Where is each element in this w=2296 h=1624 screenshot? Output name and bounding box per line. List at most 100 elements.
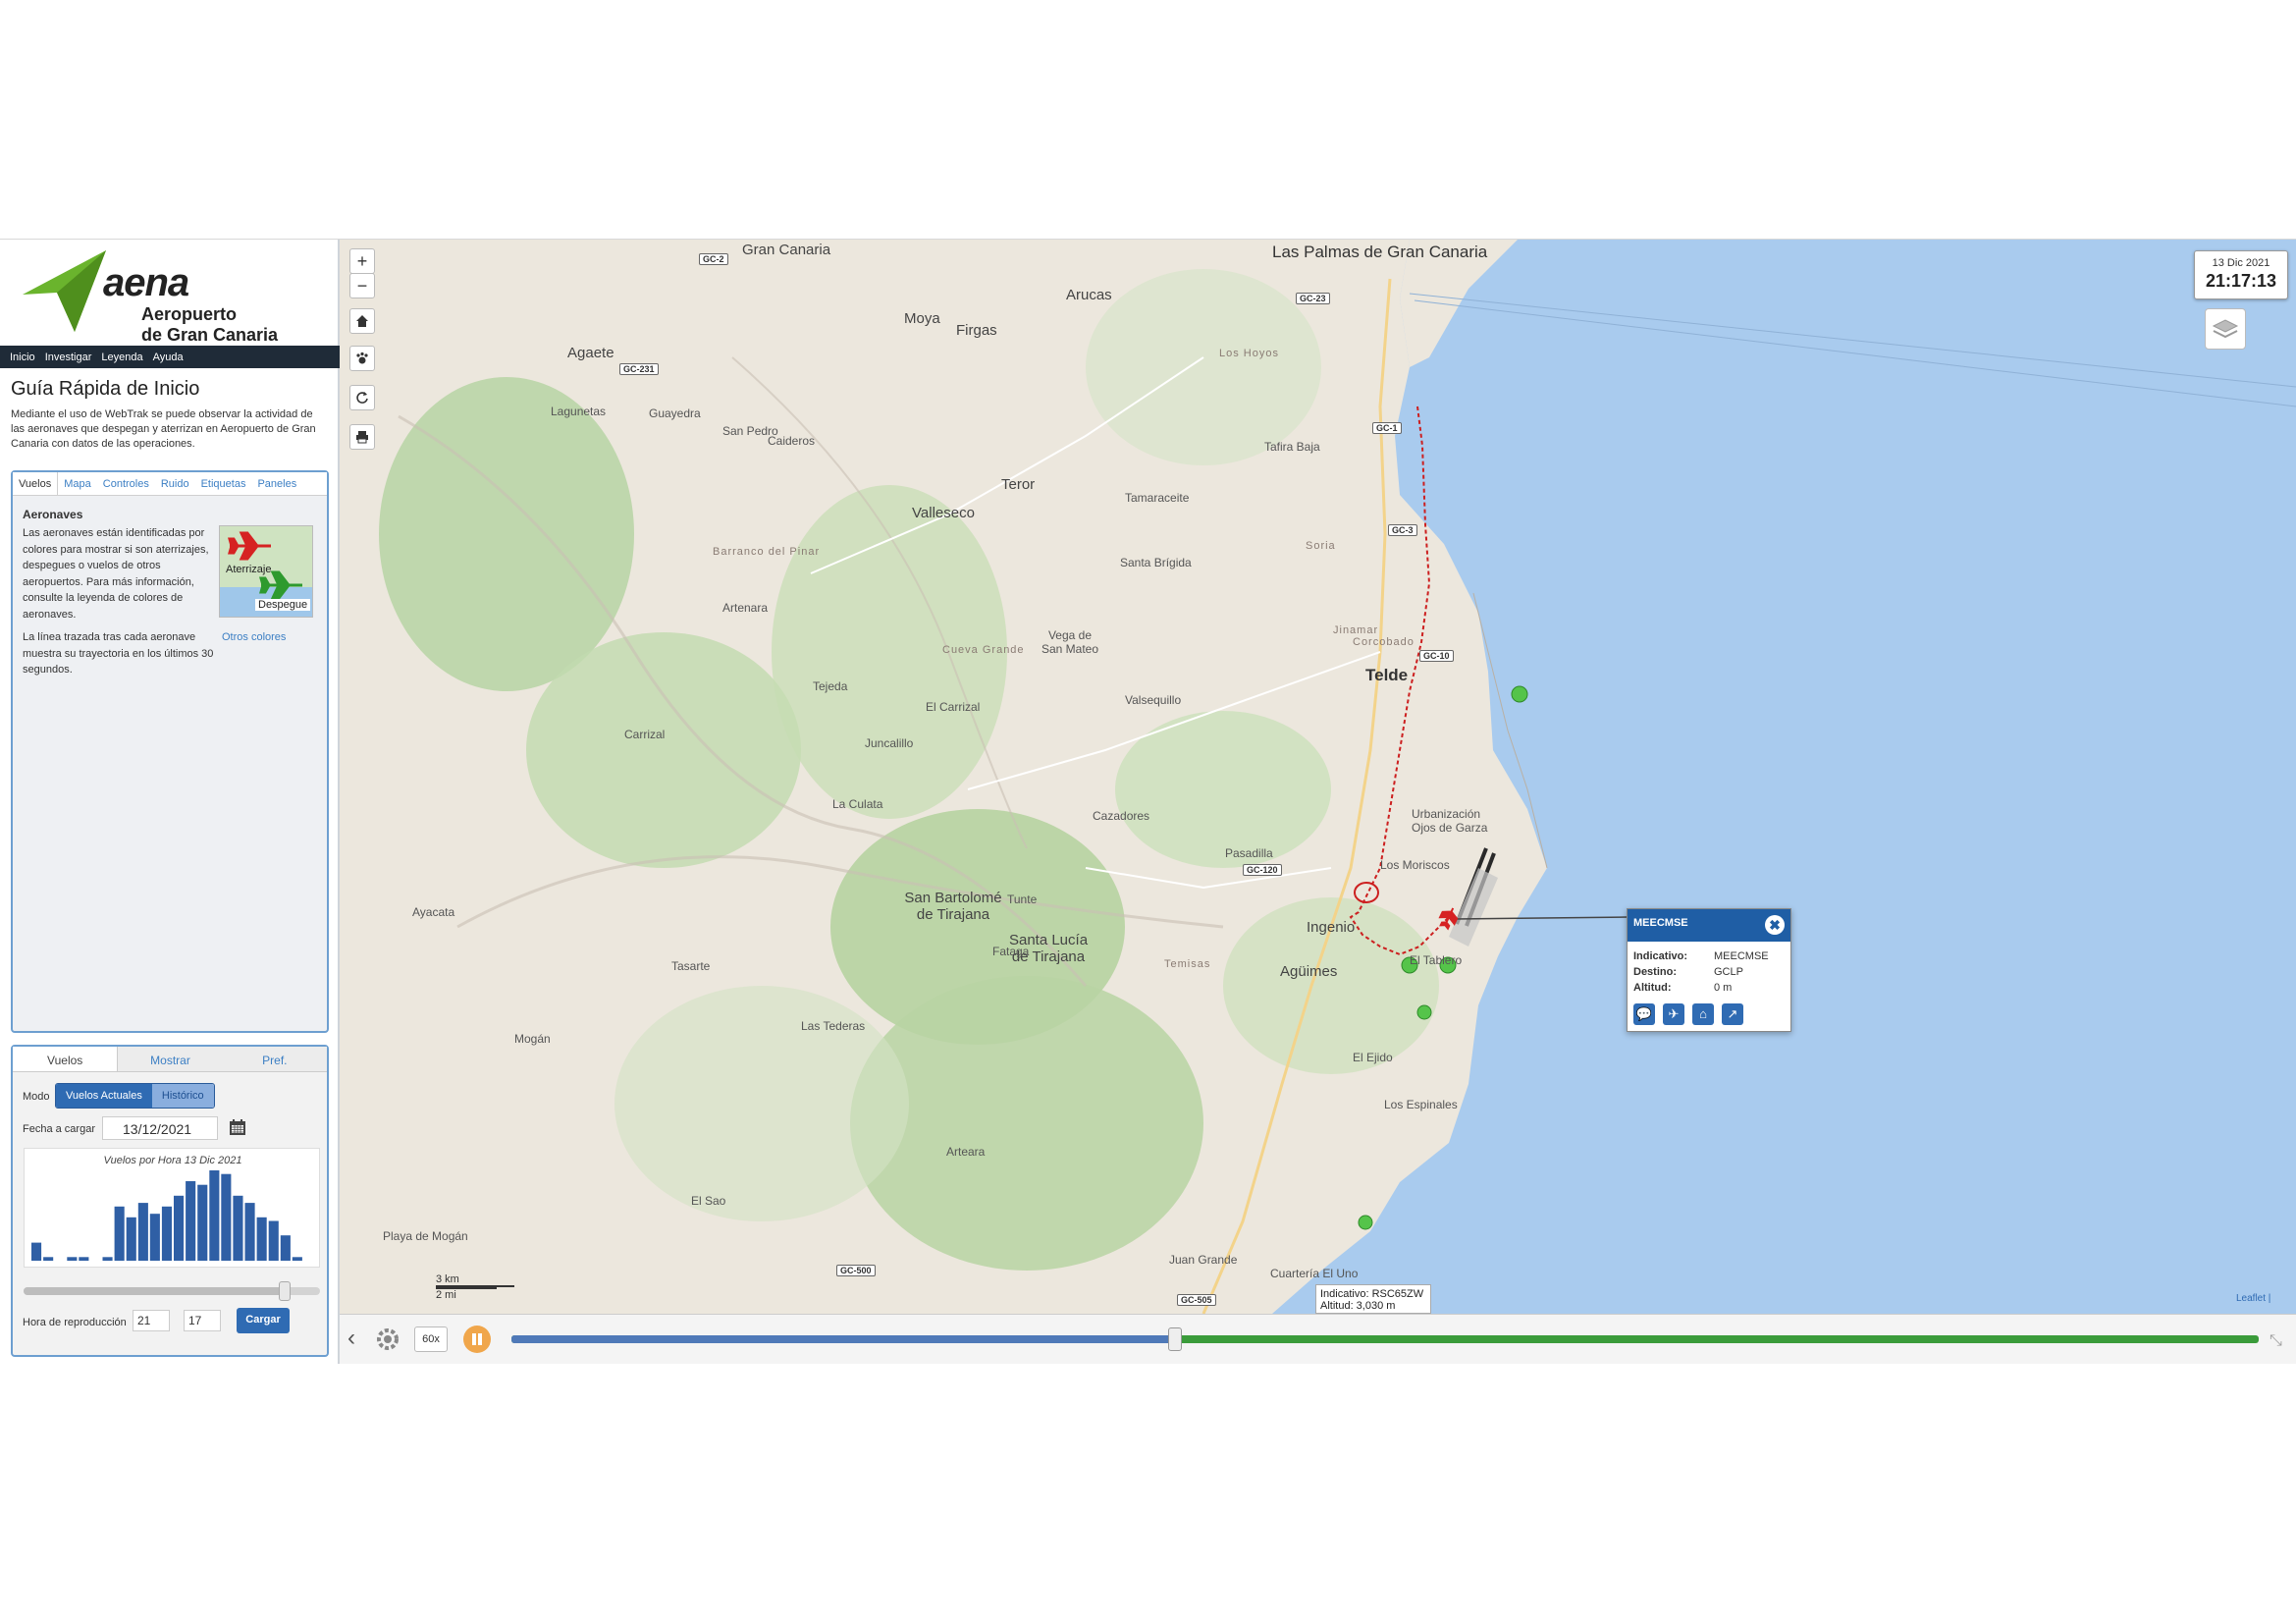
logo-wordmark: aena [103, 261, 189, 304]
date-field[interactable]: 13/12/2021 [102, 1116, 218, 1140]
paw-icon [356, 352, 368, 364]
city-label: Telde [1365, 666, 1409, 684]
chart-bar-hour-11[interactable] [161, 1206, 172, 1261]
nav-investigar[interactable]: Investigar [45, 352, 92, 363]
chart-bar-hour-19[interactable] [256, 1217, 267, 1261]
town-label: Tejeda [813, 679, 848, 693]
chart-bar-hour-6[interactable] [102, 1257, 113, 1261]
town-label: Temisas [1164, 958, 1211, 970]
city-label: Moya [904, 310, 940, 327]
road-shield: GC-23 [1296, 293, 1330, 304]
noise-monitor-icon[interactable] [1358, 1215, 1373, 1230]
chart-bar-hour-0[interactable] [31, 1242, 42, 1261]
city-label: Arucas [1066, 287, 1112, 303]
chart-bar-hour-14[interactable] [197, 1184, 208, 1261]
town-label: Juncalillo [865, 736, 914, 750]
chart-bar-hour-18[interactable] [244, 1203, 255, 1261]
refresh-button[interactable] [349, 385, 375, 410]
road-shield: GC-10 [1419, 650, 1454, 662]
playback-timeline[interactable] [511, 1327, 2259, 1351]
chart-bars-svg [31, 1170, 302, 1262]
zoom-in-button[interactable]: + [349, 248, 375, 274]
popup-close-button[interactable]: ✖ [1765, 915, 1785, 935]
tab-preferences[interactable]: Pref. [223, 1047, 327, 1071]
town-label: Soria [1306, 540, 1336, 552]
mode-label: Modo [23, 1091, 50, 1103]
home-button[interactable] [349, 308, 375, 334]
leaflet-attribution[interactable]: Leaflet | [2236, 1293, 2270, 1304]
chart-bar-hour-12[interactable] [174, 1195, 185, 1261]
chart-bar-hour-7[interactable] [114, 1206, 125, 1261]
tab-etiquetas[interactable]: Etiquetas [195, 472, 252, 495]
print-icon [356, 431, 368, 444]
road-shield: GC-500 [836, 1265, 876, 1276]
town-label: Las Tederas [801, 1019, 866, 1033]
layers-button[interactable] [2205, 308, 2246, 350]
noise-monitor-icon[interactable] [1511, 685, 1528, 703]
tab-flights[interactable]: Vuelos [13, 1047, 119, 1071]
minute-stepper[interactable]: 17 [184, 1310, 221, 1331]
calendar-icon[interactable] [228, 1117, 247, 1137]
chart-bar-hour-4[interactable] [79, 1257, 89, 1261]
town-label: Carrizal [624, 728, 666, 741]
chart-bar-hour-20[interactable] [268, 1220, 279, 1262]
tab-ruido[interactable]: Ruido [155, 472, 195, 495]
pause-button[interactable] [463, 1326, 491, 1353]
tab-vuelos[interactable]: Vuelos [13, 472, 59, 495]
other-colors-link[interactable]: Otros colores [222, 631, 286, 643]
tab-mapa[interactable]: Mapa [58, 472, 97, 495]
print-button[interactable] [349, 424, 375, 450]
plane-icon[interactable]: ✈ [1663, 1003, 1684, 1025]
map-view[interactable]: Las Palmas de Gran Canaria Telde Ingenio… [340, 240, 2296, 1314]
chart-bar-hour-21[interactable] [280, 1235, 291, 1261]
town-label: Juan Grande [1169, 1253, 1238, 1267]
chart-bar-hour-15[interactable] [209, 1170, 220, 1261]
popup-value: 0 m [1714, 982, 1733, 994]
locate-airport-button[interactable] [349, 346, 375, 371]
town-label: Corcobado [1353, 636, 1415, 648]
aena-logo[interactable]: aena Aeropuerto de Gran Canaria [0, 240, 340, 346]
mode-toggle: Vuelos Actuales Histórico [55, 1083, 215, 1109]
top-nav: Inicio Investigar Leyenda Ayuda [0, 346, 340, 368]
playback-handle[interactable] [1168, 1327, 1183, 1351]
town-label: Artenara [722, 601, 769, 615]
speed-button[interactable]: 60x [414, 1326, 448, 1352]
hour-slider-handle[interactable] [278, 1281, 291, 1301]
current-flights-button[interactable]: Vuelos Actuales [56, 1084, 152, 1108]
house-icon[interactable]: ⌂ [1692, 1003, 1714, 1025]
tooltip-altitude: Altitud: 3,030 m [1320, 1300, 1396, 1312]
profile-chart-icon[interactable]: ↗ [1722, 1003, 1743, 1025]
chart-bar-hour-8[interactable] [126, 1217, 136, 1261]
chart-bar-hour-17[interactable] [233, 1195, 243, 1261]
nav-ayuda[interactable]: Ayuda [153, 352, 184, 363]
tab-controles[interactable]: Controles [97, 472, 155, 495]
popup-row-indicativo: Indicativo: MEECMSE [1633, 950, 1769, 962]
chart-bar-hour-3[interactable] [67, 1257, 78, 1261]
chart-bar-hour-13[interactable] [186, 1181, 196, 1261]
popup-value: GCLP [1714, 966, 1743, 978]
map-scale: 3 km 2 mi [436, 1273, 514, 1301]
road-shield: GC-1 [1372, 422, 1402, 434]
zoom-out-button[interactable]: − [349, 273, 375, 298]
town-label: Cazadores [1093, 809, 1150, 823]
history-button[interactable]: Histórico [151, 1084, 214, 1108]
gear-icon[interactable] [373, 1325, 402, 1354]
hour-slider[interactable] [24, 1281, 320, 1301]
tab-paneles[interactable]: Paneles [251, 472, 302, 495]
noise-monitor-icon[interactable] [1416, 1004, 1432, 1020]
chart-bar-hour-9[interactable] [137, 1203, 148, 1261]
nav-inicio[interactable]: Inicio [10, 352, 35, 363]
collapse-button[interactable]: ‹ [347, 1325, 355, 1352]
tab-show[interactable]: Mostrar [118, 1047, 222, 1071]
chart-bar-hour-16[interactable] [221, 1173, 232, 1261]
guide-description: Mediante el uso de WebTrak se puede obse… [11, 408, 316, 450]
chart-bar-hour-10[interactable] [149, 1214, 160, 1261]
comment-icon[interactable]: 💬 [1633, 1003, 1655, 1025]
resize-icon[interactable]: ⤡ [2269, 1332, 2282, 1350]
hour-stepper[interactable]: 21 [133, 1310, 170, 1331]
chart-bar-hour-22[interactable] [292, 1257, 302, 1261]
playback-time-label: Hora de reproducción [23, 1317, 127, 1328]
nav-leyenda[interactable]: Leyenda [101, 352, 142, 363]
load-button[interactable]: Cargar [237, 1308, 290, 1333]
chart-bar-hour-1[interactable] [43, 1257, 54, 1261]
